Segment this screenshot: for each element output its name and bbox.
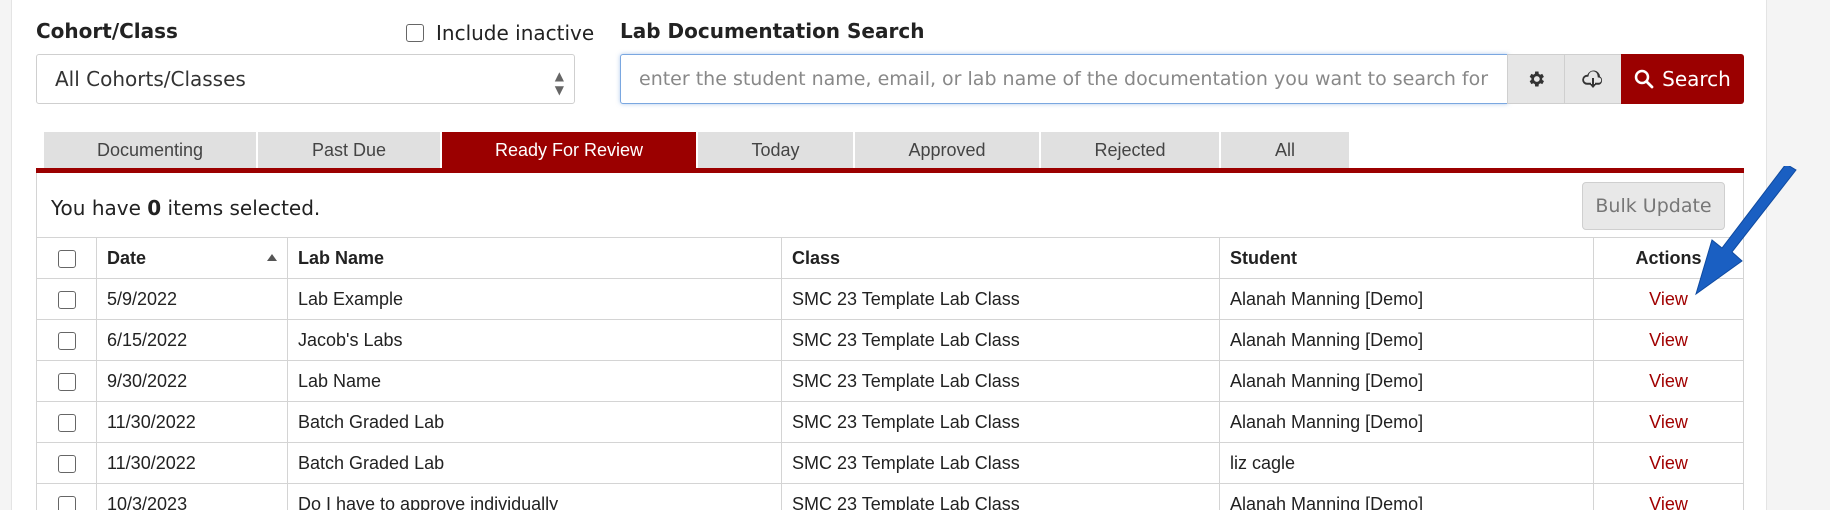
row-student: Alanah Manning [Demo] [1219, 483, 1594, 510]
selection-summary: You have 0 items selected. [51, 196, 320, 220]
tab-rejected[interactable]: Rejected [1041, 132, 1221, 168]
gear-icon [1529, 71, 1544, 87]
include-inactive-toggle[interactable]: Include inactive [406, 21, 594, 45]
row-checkbox[interactable] [57, 372, 76, 391]
lab-search-label: Lab Documentation Search [620, 19, 925, 43]
include-inactive-checkbox[interactable] [406, 24, 424, 42]
row-select-cell [36, 442, 97, 484]
tab-today[interactable]: Today [698, 132, 855, 168]
view-link[interactable]: View [1649, 371, 1688, 391]
row-actions: View [1593, 483, 1744, 510]
select-caret-icon: ▲ ▼ [554, 69, 564, 97]
tab-past-due[interactable]: Past Due [258, 132, 442, 168]
row-student: liz cagle [1219, 442, 1594, 484]
page: Cohort/Class Include inactive Lab Docume… [0, 0, 1830, 510]
row-checkbox[interactable] [57, 454, 76, 473]
row-checkbox[interactable] [57, 495, 76, 510]
view-link[interactable]: View [1649, 494, 1688, 510]
date-header[interactable]: Date [96, 237, 288, 279]
table-row: 10/3/2023 Do I have to approve individua… [36, 483, 1744, 510]
row-checkbox[interactable] [57, 413, 76, 432]
view-link[interactable]: View [1649, 453, 1688, 473]
row-checkbox[interactable] [57, 290, 76, 309]
row-date: 10/3/2023 [96, 483, 288, 510]
row-lab-name: Batch Graded Lab [287, 401, 782, 443]
row-date: 5/9/2022 [96, 278, 288, 320]
row-lab-name: Batch Graded Lab [287, 442, 782, 484]
include-inactive-label: Include inactive [436, 21, 595, 45]
row-select-cell [36, 319, 97, 361]
cohort-class-select[interactable]: All Cohorts/Classes ▲ ▼ [36, 54, 575, 104]
table-row: 5/9/2022 Lab Example SMC 23 Template Lab… [36, 278, 1744, 320]
table-row: 11/30/2022 Batch Graded Lab SMC 23 Templ… [36, 401, 1744, 443]
table-row: 6/15/2022 Jacob's Labs SMC 23 Template L… [36, 319, 1744, 361]
row-actions: View [1593, 442, 1744, 484]
row-class: SMC 23 Template Lab Class [781, 401, 1220, 443]
pointer-arrow-icon [1695, 166, 1797, 296]
tab-approved[interactable]: Approved [855, 132, 1041, 168]
download-button[interactable] [1564, 54, 1622, 104]
row-lab-name: Lab Name [287, 360, 782, 402]
lab-name-header[interactable]: Lab Name [287, 237, 782, 279]
row-student: Alanah Manning [Demo] [1219, 278, 1594, 320]
table-row: 11/30/2022 Batch Graded Lab SMC 23 Templ… [36, 442, 1744, 484]
selection-prefix: You have [51, 196, 141, 220]
row-lab-name: Lab Example [287, 278, 782, 320]
selection-count: 0 [147, 196, 162, 220]
row-select-cell [36, 401, 97, 443]
student-header[interactable]: Student [1219, 237, 1594, 279]
row-class: SMC 23 Template Lab Class [781, 360, 1220, 402]
cloud-download-icon [1582, 70, 1603, 88]
documentation-table: Date Lab Name Class Student Actions 5/9/… [36, 237, 1744, 510]
lab-search-input[interactable] [620, 54, 1508, 104]
search-button[interactable]: Search [1621, 54, 1744, 104]
tab-ready-for-review[interactable]: Ready For Review [442, 132, 698, 168]
row-student: Alanah Manning [Demo] [1219, 360, 1594, 402]
row-select-cell [36, 483, 97, 510]
cohort-class-label: Cohort/Class [36, 19, 178, 43]
row-class: SMC 23 Template Lab Class [781, 278, 1220, 320]
left-gutter [0, 0, 12, 510]
row-date: 6/15/2022 [96, 319, 288, 361]
table-row: 9/30/2022 Lab Name SMC 23 Template Lab C… [36, 360, 1744, 402]
row-student: Alanah Manning [Demo] [1219, 319, 1594, 361]
search-icon [1634, 69, 1654, 89]
settings-button[interactable] [1507, 54, 1565, 104]
row-actions: View [1593, 401, 1744, 443]
row-class: SMC 23 Template Lab Class [781, 483, 1220, 510]
view-link[interactable]: View [1649, 412, 1688, 432]
row-class: SMC 23 Template Lab Class [781, 319, 1220, 361]
view-link[interactable]: View [1649, 289, 1688, 309]
select-all-checkbox[interactable] [57, 249, 76, 268]
row-class: SMC 23 Template Lab Class [781, 442, 1220, 484]
selection-suffix: items selected. [167, 196, 321, 220]
row-select-cell [36, 360, 97, 402]
status-tabs: Documenting Past Due Ready For Review To… [44, 132, 1351, 168]
tab-documenting[interactable]: Documenting [44, 132, 258, 168]
row-actions: View [1593, 319, 1744, 361]
select-all-cell [36, 237, 97, 279]
tab-all[interactable]: All [1221, 132, 1351, 168]
view-link[interactable]: View [1649, 330, 1688, 350]
sort-ascending-icon [267, 254, 277, 261]
row-lab-name: Jacob's Labs [287, 319, 782, 361]
row-select-cell [36, 278, 97, 320]
table-header-row: Date Lab Name Class Student Actions [36, 237, 1744, 279]
row-lab-name: Do I have to approve individually [287, 483, 782, 510]
row-date: 11/30/2022 [96, 401, 288, 443]
row-student: Alanah Manning [Demo] [1219, 401, 1594, 443]
cohort-class-value: All Cohorts/Classes [55, 67, 246, 91]
class-header[interactable]: Class [781, 237, 1220, 279]
search-button-label: Search [1662, 67, 1731, 91]
row-date: 11/30/2022 [96, 442, 288, 484]
row-date: 9/30/2022 [96, 360, 288, 402]
row-actions: View [1593, 360, 1744, 402]
row-checkbox[interactable] [57, 331, 76, 350]
